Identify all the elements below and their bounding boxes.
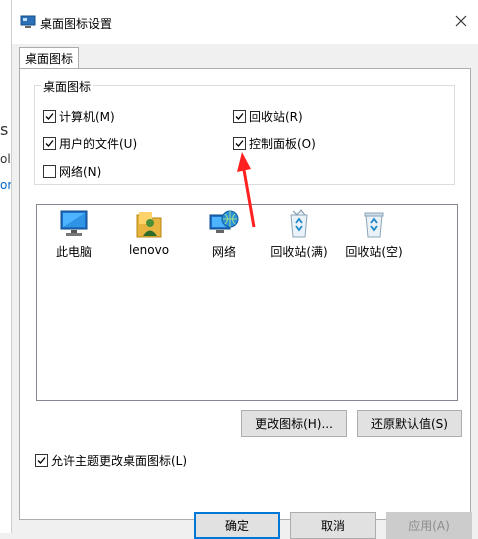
tab-panel: 桌面图标 计算机(M) 回收站(R) 用户的文件(U) 控制面板(O) 网络(N… bbox=[19, 68, 471, 520]
checkbox-label: 计算机(M) bbox=[59, 110, 115, 124]
checkbox-label: 网络(N) bbox=[59, 165, 102, 179]
icon-item-recycle-bin-empty[interactable]: 回收站(空) bbox=[338, 209, 410, 260]
checkbox-box bbox=[43, 110, 56, 123]
check-icon bbox=[235, 140, 244, 147]
icon-item-lenovo[interactable]: lenovo bbox=[113, 209, 185, 257]
checkbox-box bbox=[233, 137, 246, 150]
checkbox-label: 回收站(R) bbox=[249, 110, 303, 124]
checkbox-network[interactable]: 网络(N) bbox=[43, 163, 101, 180]
apply-button[interactable]: 应用(A) bbox=[386, 512, 472, 539]
background-fragment: ol bbox=[0, 152, 11, 166]
restore-default-button[interactable]: 还原默认值(S) bbox=[357, 410, 462, 437]
checkbox-user-files[interactable]: 用户的文件(U) bbox=[43, 135, 137, 152]
checkbox-computer[interactable]: 计算机(M) bbox=[43, 108, 115, 125]
icon-label: lenovo bbox=[128, 243, 170, 257]
checkbox-control-panel[interactable]: 控制面板(O) bbox=[233, 135, 316, 152]
icon-label: 此电脑 bbox=[55, 245, 92, 259]
check-icon bbox=[37, 457, 46, 464]
computer-icon bbox=[60, 210, 88, 236]
cancel-button[interactable]: 取消 bbox=[290, 512, 376, 539]
icon-label: 回收站(空) bbox=[345, 245, 403, 259]
network-icon bbox=[209, 210, 239, 233]
close-icon bbox=[455, 15, 467, 27]
checkbox-label: 用户的文件(U) bbox=[59, 137, 138, 151]
check-icon bbox=[235, 113, 244, 120]
window-title: 桌面图标设置 bbox=[40, 17, 113, 31]
recycle-bin-full-icon bbox=[290, 209, 308, 238]
icon-item-recycle-bin-full[interactable]: 回收站(满) bbox=[263, 209, 335, 260]
change-icon-button[interactable]: 更改图标(H)... bbox=[241, 410, 347, 437]
tab-desktop-icons[interactable]: 桌面图标 bbox=[19, 47, 79, 69]
desktop-icon-settings-dialog: 桌面图标设置 桌面图标 桌面图标 计算机(M) 回收站(R) 用户的文件(U) … bbox=[11, 0, 478, 539]
app-icon bbox=[20, 15, 36, 28]
checkbox-label: 允许主题更改桌面图标(L) bbox=[51, 454, 188, 468]
checkbox-box bbox=[43, 137, 56, 150]
icon-item-this-pc[interactable]: 此电脑 bbox=[38, 209, 110, 260]
icon-item-network[interactable]: 网络 bbox=[188, 209, 260, 260]
checkbox-recycle-bin[interactable]: 回收站(R) bbox=[233, 108, 303, 125]
icon-label: 网络 bbox=[211, 245, 236, 259]
background-fragment: s bbox=[0, 120, 9, 139]
checkbox-box bbox=[43, 165, 56, 178]
checkbox-box bbox=[233, 110, 246, 123]
user-folder-icon bbox=[136, 212, 162, 238]
checkbox-allow-theme[interactable]: 允许主题更改桌面图标(L) bbox=[35, 452, 187, 469]
check-icon bbox=[45, 113, 54, 120]
checkbox-box bbox=[35, 454, 48, 467]
desktop-icons-group: 桌面图标 计算机(M) 回收站(R) 用户的文件(U) 控制面板(O) 网络(N… bbox=[34, 78, 455, 185]
checkbox-label: 控制面板(O) bbox=[249, 137, 316, 151]
close-button[interactable] bbox=[448, 8, 474, 34]
recycle-bin-empty-icon bbox=[364, 212, 384, 238]
icon-label: 回收站(满) bbox=[270, 245, 328, 259]
title-bar[interactable]: 桌面图标设置 bbox=[12, 0, 478, 44]
group-label: 桌面图标 bbox=[41, 78, 94, 95]
icon-list-view[interactable]: 此电脑 lenovo 网络 回收站(满) 回收站(空) bbox=[36, 204, 458, 401]
check-icon bbox=[45, 140, 54, 147]
ok-button[interactable]: 确定 bbox=[194, 512, 280, 539]
